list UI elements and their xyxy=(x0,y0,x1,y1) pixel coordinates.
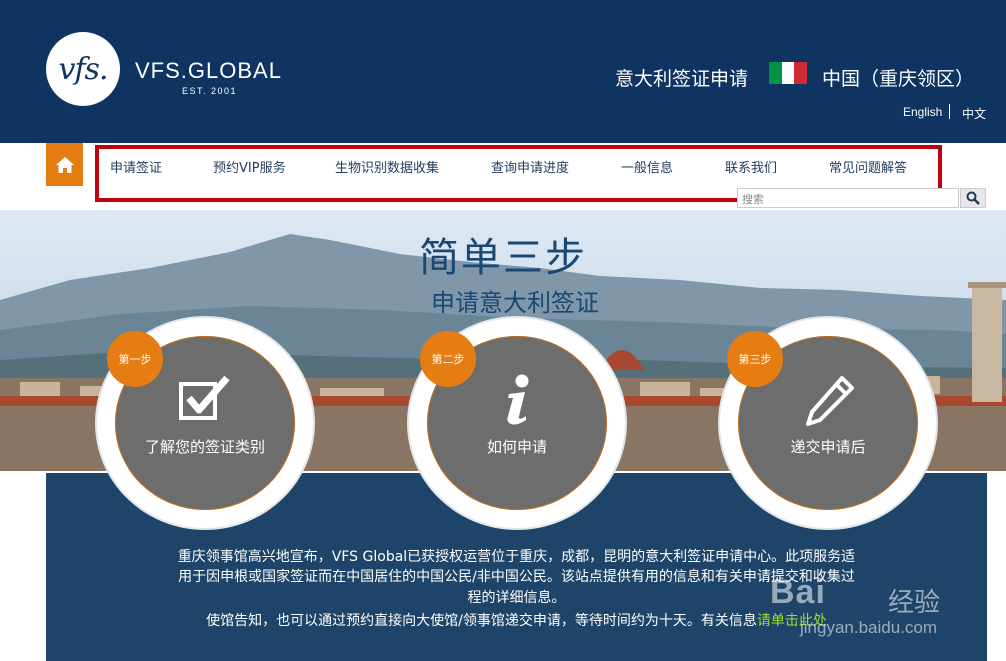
pencil-icon xyxy=(806,376,854,426)
step-1-label: 了解您的签证类别 xyxy=(144,438,265,456)
hero-subtitle: 申请意大利签证 xyxy=(431,289,599,317)
search-icon xyxy=(966,191,980,205)
region-label: 中国（重庆领区） xyxy=(822,68,975,90)
home-icon xyxy=(55,156,74,173)
step-2-badge: 第二步 xyxy=(420,331,476,387)
search-button[interactable] xyxy=(960,188,986,208)
info-text-line-2: 用于因申根或国家签证而在中国居住的中国公民/非中国公民。该站点提供有用的信息和有… xyxy=(178,569,855,585)
nav-item-faq[interactable]: 常见问题解答 xyxy=(829,157,907,176)
nav-item-track-application[interactable]: 查询申请进度 xyxy=(491,157,569,176)
language-divider xyxy=(949,104,950,119)
brand-name: VFS.GLOBAL xyxy=(135,58,282,83)
nav-item-contact-us[interactable]: 联系我们 xyxy=(725,157,777,176)
search-input[interactable]: 搜索 xyxy=(737,188,959,208)
vfs-logo[interactable]: vfs. xyxy=(46,32,120,106)
nav-item-apply-visa[interactable]: 申请签证 xyxy=(110,157,162,176)
step-1-badge: 第一步 xyxy=(107,331,163,387)
logo-mark: vfs. xyxy=(58,51,109,87)
language-english-link[interactable]: English xyxy=(903,105,942,119)
language-chinese-link[interactable]: 中文 xyxy=(962,105,986,122)
info-icon xyxy=(507,374,529,425)
site-header: vfs. VFS.GLOBAL EST. 2001 意大利签证申请 中国（重庆领… xyxy=(0,0,1006,143)
info-text-line-4-body: 使馆告知，也可以通过预约直接向大使馆/领事馆递交申请，等待时间约为十天。有关信息 xyxy=(206,613,757,629)
page-title: 意大利签证申请 xyxy=(615,68,749,90)
baidu-watermark-url: jingyan.baidu.com xyxy=(800,618,938,637)
nav-item-general-info[interactable]: 一般信息 xyxy=(621,157,673,176)
nav-item-biometrics[interactable]: 生物识别数据收集 xyxy=(335,157,439,176)
nav-item-vip-service[interactable]: 预约VIP服务 xyxy=(213,157,286,176)
checkbox-icon xyxy=(179,375,230,420)
home-button[interactable] xyxy=(46,143,83,186)
info-text-line-1: 重庆领事馆高兴地宣布，VFS Global已获授权运营位于重庆，成都，昆明的意大… xyxy=(177,549,856,565)
brand-established: EST. 2001 xyxy=(182,86,238,96)
step-3-badge: 第三步 xyxy=(727,331,783,387)
hero-title: 简单三步 xyxy=(419,235,587,281)
info-text-line-3: 程的详细信息。 xyxy=(467,590,566,606)
baidu-watermark-text: 经验 xyxy=(888,588,941,618)
italy-flag-icon xyxy=(769,62,808,84)
step-2-label: 如何申请 xyxy=(486,438,547,456)
step-3-label: 递交申请后 xyxy=(790,438,866,456)
baidu-watermark-logo: Bai xyxy=(770,573,826,611)
